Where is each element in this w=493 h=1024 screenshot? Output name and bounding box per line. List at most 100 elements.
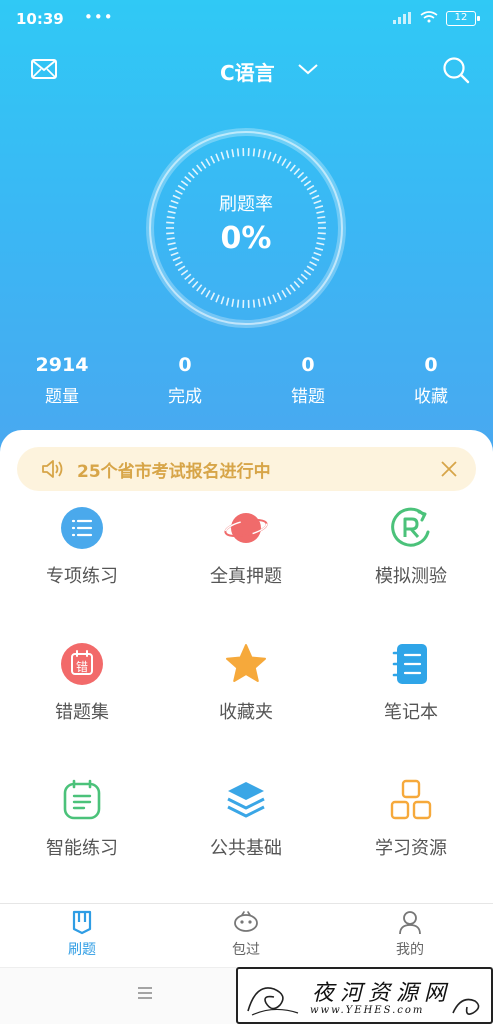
ring-tick (297, 277, 305, 285)
tile-label: 专项练习 (46, 566, 118, 587)
ring-tick (180, 180, 189, 187)
ring-tick (281, 158, 287, 167)
tile-label: 收藏夹 (219, 702, 273, 723)
ring-tick (252, 148, 256, 157)
ring-tick (262, 150, 267, 159)
list-icon (61, 507, 103, 549)
ring-tick (236, 148, 240, 157)
ring-tick (184, 273, 192, 281)
tile-basics[interactable]: 公共基础 (164, 778, 328, 878)
ring-tick (289, 164, 296, 172)
tile-notebook[interactable]: 笔记本 (329, 642, 493, 742)
stat-wrong[interactable]: 0 错题 (263, 354, 353, 407)
stat-value: 0 (301, 354, 315, 376)
flourish-icon (452, 998, 480, 1015)
ring-tick (317, 216, 326, 219)
ring-tick (210, 155, 216, 164)
tile-label: 错题集 (55, 702, 109, 723)
tile-label: 学习资源 (375, 838, 447, 859)
watermark: 夜河资源网 www.YEHES.com (236, 967, 493, 1024)
close-icon[interactable] (440, 460, 458, 478)
stat-completed[interactable]: 0 完成 (140, 354, 230, 407)
battery-indicator: 12 (446, 11, 480, 26)
mistake-badge: 错 (76, 660, 88, 674)
stat-question-count[interactable]: 2914 题量 (17, 354, 107, 407)
ring-tick (293, 168, 301, 176)
mail-icon[interactable] (31, 59, 57, 79)
tile-label: 公共基础 (210, 838, 282, 859)
ring-tick (272, 294, 277, 303)
stat-label: 收藏 (414, 387, 448, 407)
ring-tick (220, 296, 225, 305)
ring-tick (267, 151, 272, 160)
ring-tick (180, 269, 189, 276)
ring-tick (236, 299, 240, 308)
ring-tick (285, 287, 292, 295)
menu-icon[interactable] (137, 986, 153, 1000)
ring-tick (300, 273, 308, 281)
progress-label: 刷题率 (219, 194, 273, 215)
ring-tick (297, 171, 305, 179)
ring-tick (303, 269, 312, 276)
ring-tick (231, 149, 235, 158)
stat-favorites[interactable]: 0 收藏 (386, 354, 476, 407)
mascot-icon (234, 911, 258, 932)
tile-mistakes[interactable]: 错 错题集 (0, 642, 164, 742)
tile-label: 全真押题 (210, 566, 282, 587)
ring-tick (196, 284, 203, 292)
stat-value: 0 (178, 354, 192, 376)
grid-squares-icon (390, 779, 432, 820)
tile-resources[interactable]: 学习资源 (329, 778, 493, 878)
ring-tick (172, 256, 181, 262)
r-refresh-icon (391, 507, 430, 547)
ring-tick (276, 155, 282, 164)
tab-label: 包过 (232, 942, 260, 958)
tile-favorites[interactable]: 收藏夹 (164, 642, 328, 742)
tile-mock-test[interactable]: 模拟测验 (329, 506, 493, 606)
tile-label: 智能练习 (46, 838, 118, 859)
ring-tick (225, 297, 230, 306)
ring-tick (215, 153, 220, 162)
status-time: 10:39 (16, 10, 64, 28)
notice-text: 25个省市考试报名进行中 (77, 462, 271, 482)
ring-tick (177, 265, 186, 272)
ring-tick (205, 289, 211, 298)
speaker-icon (42, 460, 63, 478)
ring-tick (200, 287, 207, 295)
notebook-icon (392, 644, 427, 684)
book-icon (72, 910, 92, 935)
progress-value: 0% (220, 221, 272, 256)
tab-guarantee[interactable]: 包过 (186, 909, 306, 959)
notice-banner[interactable]: 25个省市考试报名进行中 (17, 447, 476, 491)
ring-tick (289, 284, 296, 292)
tile-label: 笔记本 (384, 702, 438, 723)
stat-label: 错题 (291, 387, 325, 407)
ring-tick (311, 256, 320, 262)
ring-tick (309, 261, 318, 267)
layers-icon (227, 782, 265, 818)
ring-tick (225, 150, 230, 159)
ring-tick (187, 171, 195, 179)
tile-mock-questions[interactable]: 全真押题 (164, 506, 328, 606)
tab-profile[interactable]: 我的 (350, 909, 470, 959)
search-icon[interactable] (442, 56, 470, 84)
tab-practice[interactable]: 刷题 (22, 909, 142, 959)
ring-tick (257, 298, 261, 307)
tile-smart-practice[interactable]: 智能练习 (0, 778, 164, 878)
wifi-icon (420, 11, 438, 23)
ring-tick (303, 180, 312, 187)
ring-tick (166, 216, 175, 219)
ring-tick (262, 297, 267, 306)
ring-tick (281, 289, 287, 298)
note-icon (63, 779, 101, 820)
ring-tick (231, 298, 235, 307)
tab-label: 我的 (396, 942, 424, 958)
ring-tick (257, 149, 261, 158)
tile-topic-practice[interactable]: 专项练习 (0, 506, 164, 606)
chevron-down-icon[interactable] (297, 62, 319, 76)
ring-tick (200, 161, 207, 169)
ring-tick (215, 294, 220, 303)
ring-tick (285, 161, 292, 169)
subject-title[interactable]: C语言 (220, 57, 275, 86)
ring-tick (191, 280, 199, 288)
